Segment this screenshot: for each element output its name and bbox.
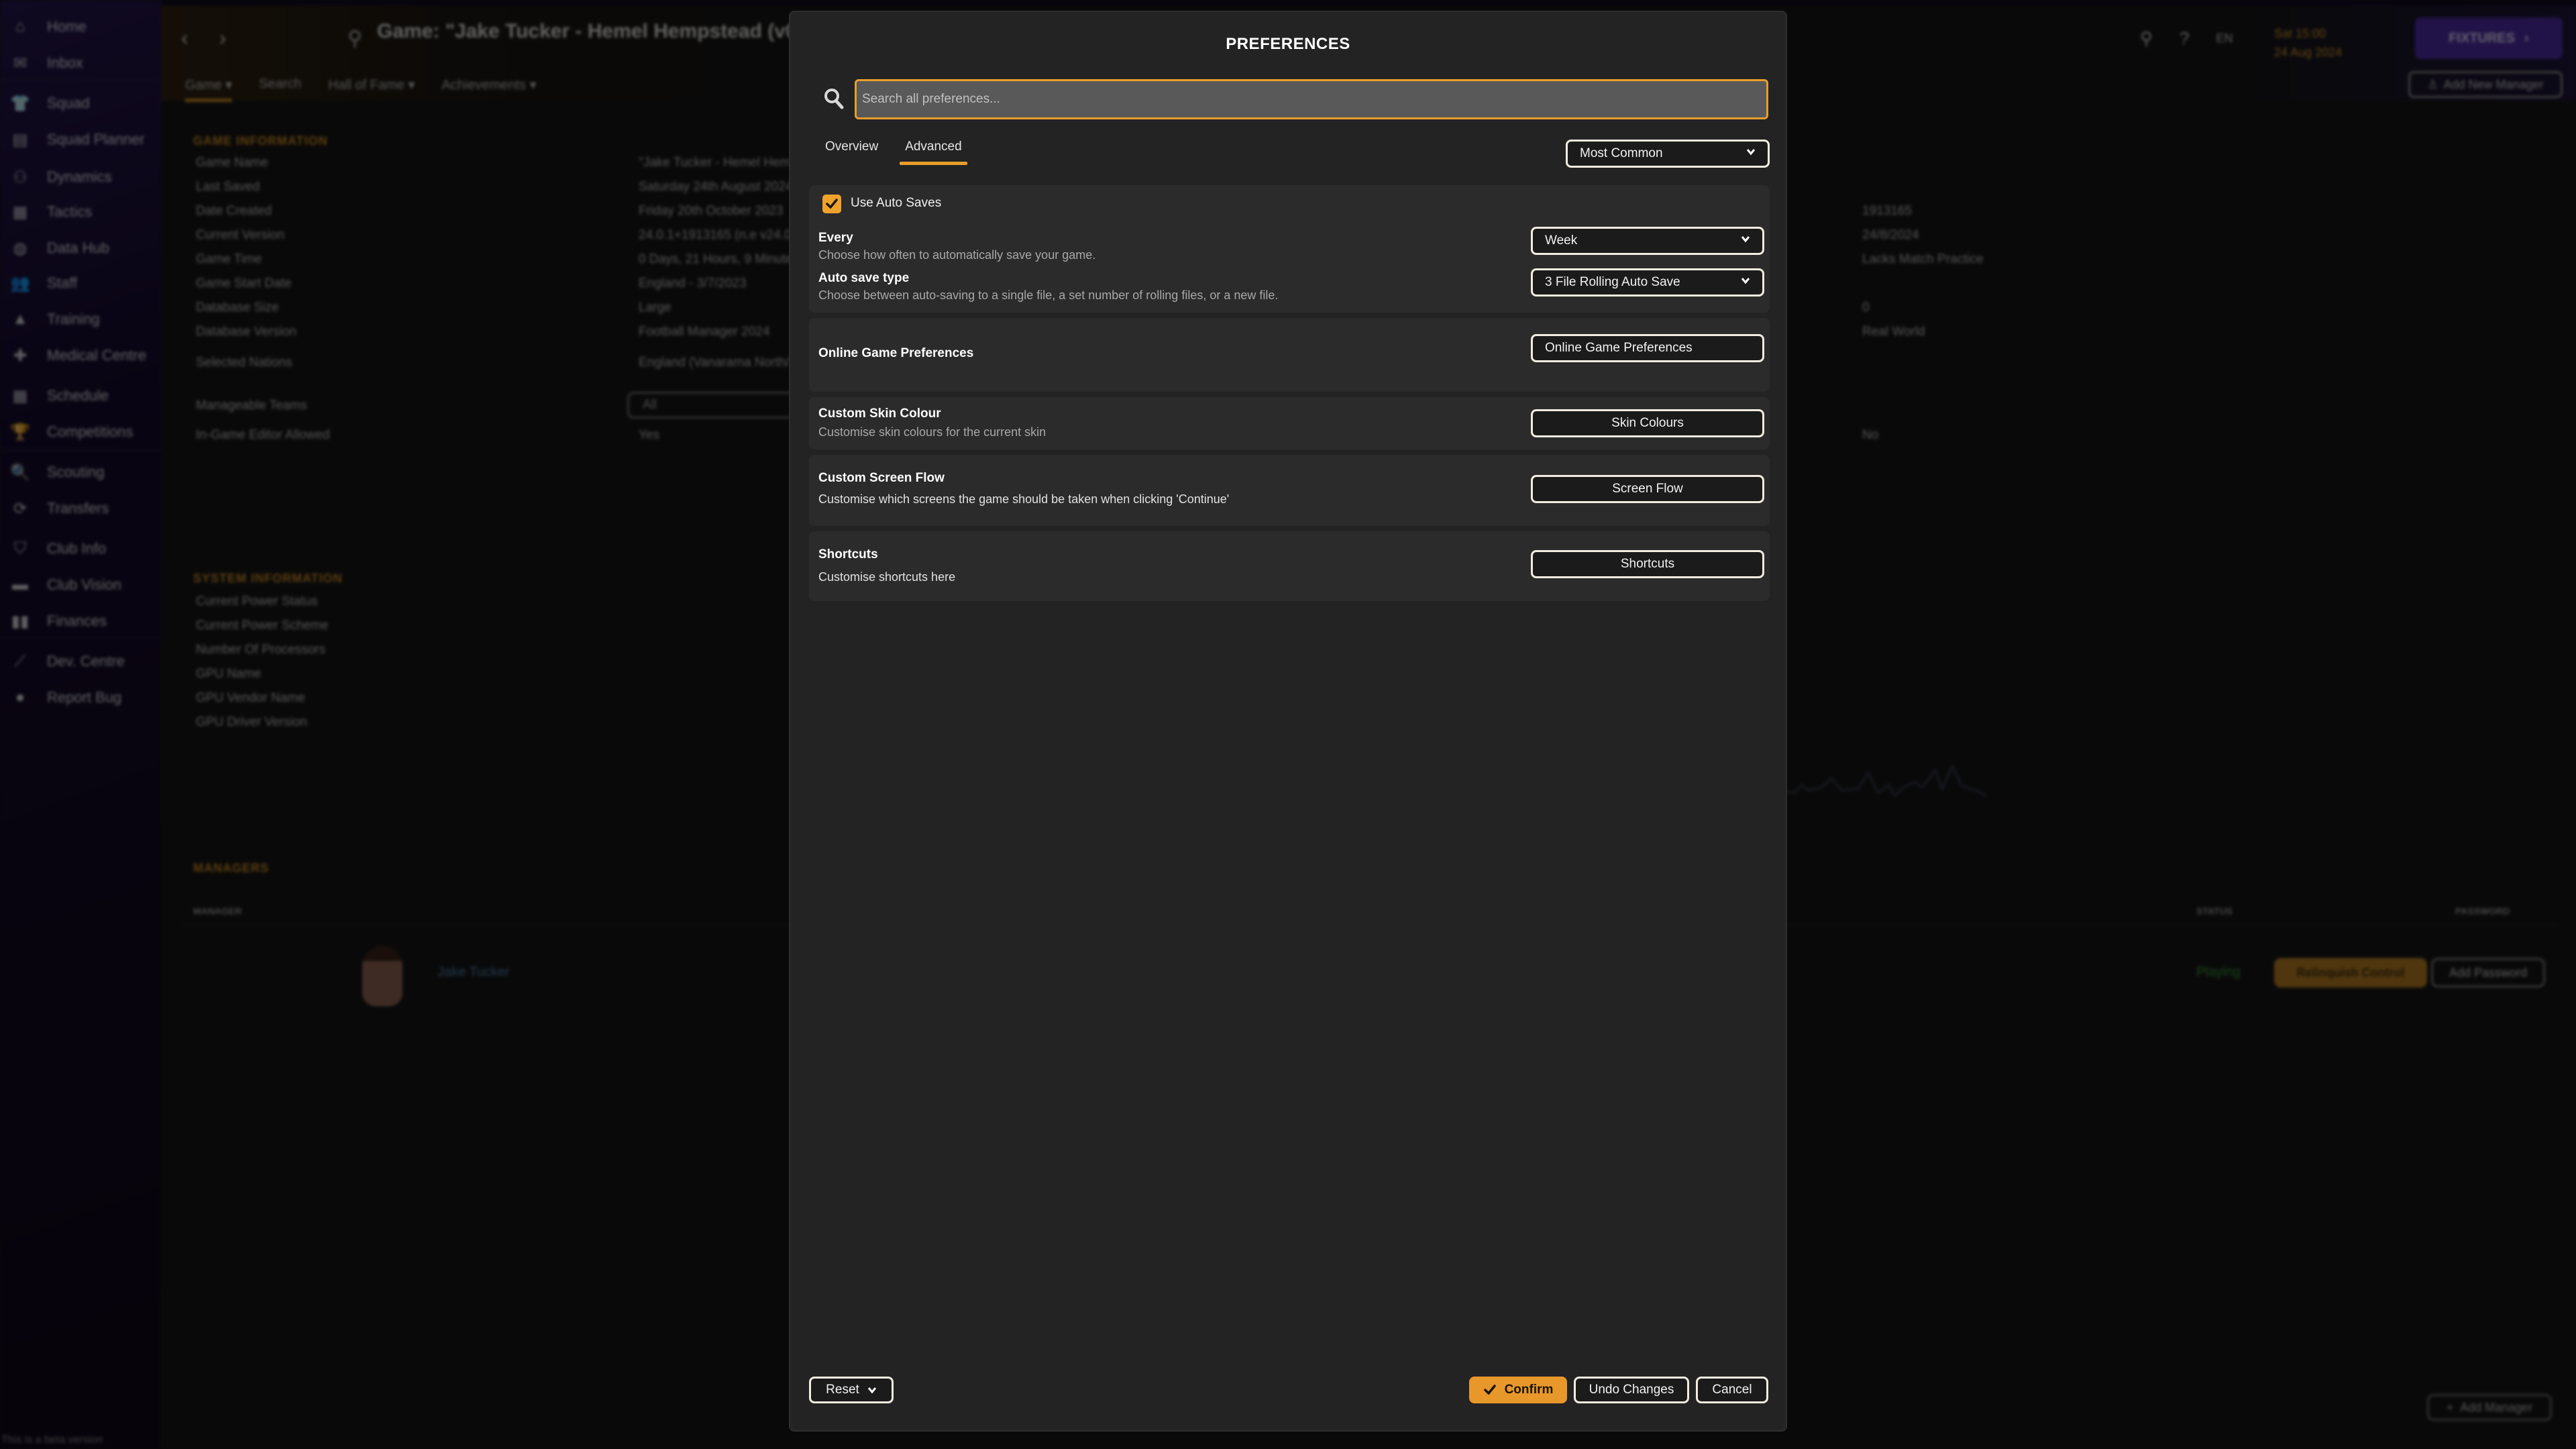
autosave-type-title: Auto save type xyxy=(818,271,910,285)
search-icon xyxy=(824,89,844,109)
every-description: Choose how often to automatically save y… xyxy=(818,248,1096,262)
online-game-preferences-button[interactable]: Online Game Preferences xyxy=(1531,334,1764,362)
checkmark-icon xyxy=(1483,1385,1496,1395)
use-auto-saves-checkbox[interactable] xyxy=(822,195,841,213)
shortcuts-title: Shortcuts xyxy=(818,547,878,561)
autosave-frequency-dropdown[interactable]: Week xyxy=(1531,227,1764,255)
preferences-dialog: PREFERENCES Overview Advanced Most Commo… xyxy=(789,11,1787,1432)
autosave-section: Use Auto Saves Every Choose how often to… xyxy=(809,185,1770,313)
cancel-button[interactable]: Cancel xyxy=(1696,1377,1768,1403)
dialog-title: PREFERENCES xyxy=(1226,35,1350,53)
custom-skin-colour-description: Customise skin colours for the current s… xyxy=(818,425,1046,439)
confirm-label: Confirm xyxy=(1504,1383,1554,1397)
every-title: Every xyxy=(818,231,853,245)
reset-label: Reset xyxy=(826,1383,859,1397)
custom-skin-colour-section: Custom Skin Colour Customise skin colour… xyxy=(809,397,1770,449)
shortcuts-button[interactable]: Shortcuts xyxy=(1531,550,1764,578)
preferences-filter-dropdown[interactable]: Most Common xyxy=(1566,140,1770,168)
checkmark-icon xyxy=(826,199,838,209)
autosave-type-selected-value: 3 File Rolling Auto Save xyxy=(1545,275,1680,289)
chevron-down-icon xyxy=(867,1387,876,1394)
custom-skin-colour-title: Custom Skin Colour xyxy=(818,407,941,421)
chevron-down-icon xyxy=(1746,149,1756,156)
custom-screen-flow-section: Custom Screen Flow Customise which scree… xyxy=(809,455,1770,526)
reset-dropdown-button[interactable]: Reset xyxy=(809,1377,894,1403)
tab-overview[interactable]: Overview xyxy=(825,140,878,165)
filter-selected-value: Most Common xyxy=(1580,146,1663,160)
skin-colours-button[interactable]: Skin Colours xyxy=(1531,409,1764,437)
search-preferences-input[interactable] xyxy=(855,79,1768,119)
tab-advanced[interactable]: Advanced xyxy=(900,140,967,165)
autosave-type-dropdown[interactable]: 3 File Rolling Auto Save xyxy=(1531,268,1764,297)
custom-screen-flow-title: Custom Screen Flow xyxy=(818,471,945,485)
undo-changes-button[interactable]: Undo Changes xyxy=(1574,1377,1689,1403)
autosave-type-description: Choose between auto-saving to a single f… xyxy=(818,288,1279,302)
shortcuts-section: Shortcuts Customise shortcuts here Short… xyxy=(809,531,1770,601)
shortcuts-description: Customise shortcuts here xyxy=(818,570,956,584)
preferences-tabs: Overview Advanced xyxy=(825,140,967,165)
use-auto-saves-label: Use Auto Saves xyxy=(851,196,942,210)
frequency-selected-value: Week xyxy=(1545,233,1578,248)
confirm-button[interactable]: Confirm xyxy=(1469,1377,1567,1403)
online-game-preferences-title: Online Game Preferences xyxy=(818,346,974,360)
custom-screen-flow-description: Customise which screens the game should … xyxy=(818,492,1230,506)
chevron-down-icon xyxy=(1741,278,1750,284)
online-game-preferences-section: Online Game Preferences Online Game Pref… xyxy=(809,318,1770,392)
chevron-down-icon xyxy=(1741,236,1750,243)
screen-flow-button[interactable]: Screen Flow xyxy=(1531,475,1764,503)
